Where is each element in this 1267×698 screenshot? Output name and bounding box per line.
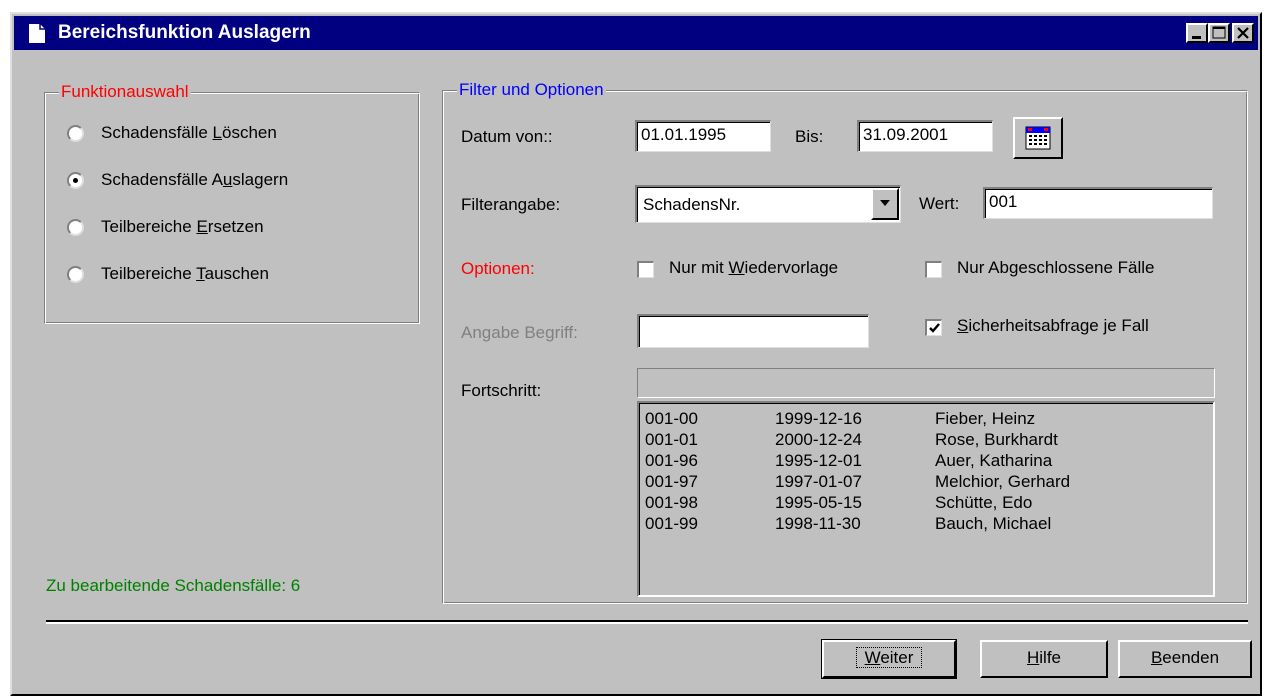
calendar-button[interactable] xyxy=(1013,117,1063,159)
datum-cell: 1999-12-16 xyxy=(775,409,862,428)
sicherheitsabfrage-checkbox[interactable] xyxy=(925,319,942,336)
radio-button[interactable] xyxy=(67,219,84,236)
funktionsauswahl-group: Funktionauswahl Schadensfälle Löschen Sc… xyxy=(44,82,420,324)
schadensnr-cell: 001-96 xyxy=(645,451,698,470)
maximize-button[interactable] xyxy=(1208,23,1230,43)
funktionsauswahl-legend: Funktionauswahl xyxy=(59,82,191,102)
fortschritt-progress-bar xyxy=(637,368,1215,398)
schadensnr-cell: 001-00 xyxy=(645,409,698,428)
optionen-label: Optionen: xyxy=(461,259,535,278)
datum-bis-input[interactable]: 31.09.2001 xyxy=(857,120,993,152)
schadensnr-cell: 001-98 xyxy=(645,493,698,512)
checkmark-icon xyxy=(929,323,940,333)
datum-cell: 1995-12-01 xyxy=(775,451,862,470)
chevron-down-icon xyxy=(880,200,890,206)
bis-label: Bis: xyxy=(795,127,824,146)
window-title: Bereichsfunktion Auslagern xyxy=(58,22,311,43)
minimize-icon xyxy=(1192,36,1201,39)
schadensnr-cell: 001-99 xyxy=(645,514,698,533)
close-button[interactable] xyxy=(1232,23,1254,43)
dialog-window: Bereichsfunktion Auslagern Funktionauswa… xyxy=(10,12,1262,696)
radio-button[interactable] xyxy=(67,125,84,142)
radio-button[interactable] xyxy=(67,266,84,283)
wiedervorlage-checkbox[interactable] xyxy=(637,261,654,278)
maximize-icon xyxy=(1212,26,1226,39)
fortschritt-label: Fortschritt: xyxy=(461,381,542,400)
name-cell: Bauch, Michael xyxy=(935,514,1052,533)
status-text: Zu bearbeitende Schadensfälle: 6 xyxy=(46,576,301,595)
filterangabe-value: SchadensNr. xyxy=(643,195,741,214)
sicherheitsabfrage-label[interactable]: Sicherheitsabfrage je Fall xyxy=(957,316,1149,336)
name-cell: Rose, Burkhardt xyxy=(935,430,1058,449)
datum-cell: 1997-01-07 xyxy=(775,472,862,491)
beenden-button[interactable]: Beenden xyxy=(1118,640,1252,678)
schadensnr-cell: 001-97 xyxy=(645,472,698,491)
wert-label: Wert: xyxy=(919,194,960,213)
document-icon xyxy=(29,24,45,43)
weiter-button[interactable]: Weiter xyxy=(821,639,957,679)
filterangabe-label: Filterangabe: xyxy=(461,195,561,214)
angabe-begriff-label: Angabe Begriff: xyxy=(461,323,578,342)
calendar-icon xyxy=(1025,126,1051,150)
hilfe-button[interactable]: Hilfe xyxy=(980,640,1108,678)
abgeschlossen-label[interactable]: Nur Abgeschlossene Fälle xyxy=(957,258,1155,278)
datum-cell: 2000-12-24 xyxy=(775,430,862,449)
name-cell: Schütte, Edo xyxy=(935,493,1033,512)
datum-cell: 1995-05-15 xyxy=(775,493,862,512)
datum-von-label: Datum von:: xyxy=(461,127,553,146)
abgeschlossen-checkbox[interactable] xyxy=(925,261,942,278)
wiedervorlage-label[interactable]: Nur mit Wiedervorlage xyxy=(669,258,838,278)
filter-optionen-group: Filter und Optionen Datum von:: 01.01.19… xyxy=(442,80,1248,604)
name-cell: Fieber, Heinz xyxy=(935,409,1036,428)
title-bar[interactable]: Bereichsfunktion Auslagern xyxy=(14,16,1258,50)
schadensnr-cell: 001-01 xyxy=(645,430,698,449)
datum-cell: 1998-11-30 xyxy=(775,514,861,533)
filterangabe-dropdown-button[interactable] xyxy=(871,188,899,220)
wert-input[interactable]: 001 xyxy=(983,187,1213,219)
results-list[interactable]: 001-00 1999-12-16 Fieber, Heinz 001-01 2000-… xyxy=(637,401,1215,597)
close-icon xyxy=(1237,27,1249,39)
separator xyxy=(46,620,1248,624)
radio-button-selected[interactable] xyxy=(67,172,84,189)
datum-von-input[interactable]: 01.01.1995 xyxy=(635,120,771,152)
angabe-begriff-input[interactable] xyxy=(637,314,869,348)
filter-optionen-legend: Filter und Optionen xyxy=(457,80,606,100)
name-cell: Auer, Katharina xyxy=(935,451,1053,470)
minimize-button[interactable] xyxy=(1186,23,1208,43)
name-cell: Melchior, Gerhard xyxy=(935,472,1071,491)
filterangabe-select[interactable]: SchadensNr. xyxy=(635,185,901,223)
